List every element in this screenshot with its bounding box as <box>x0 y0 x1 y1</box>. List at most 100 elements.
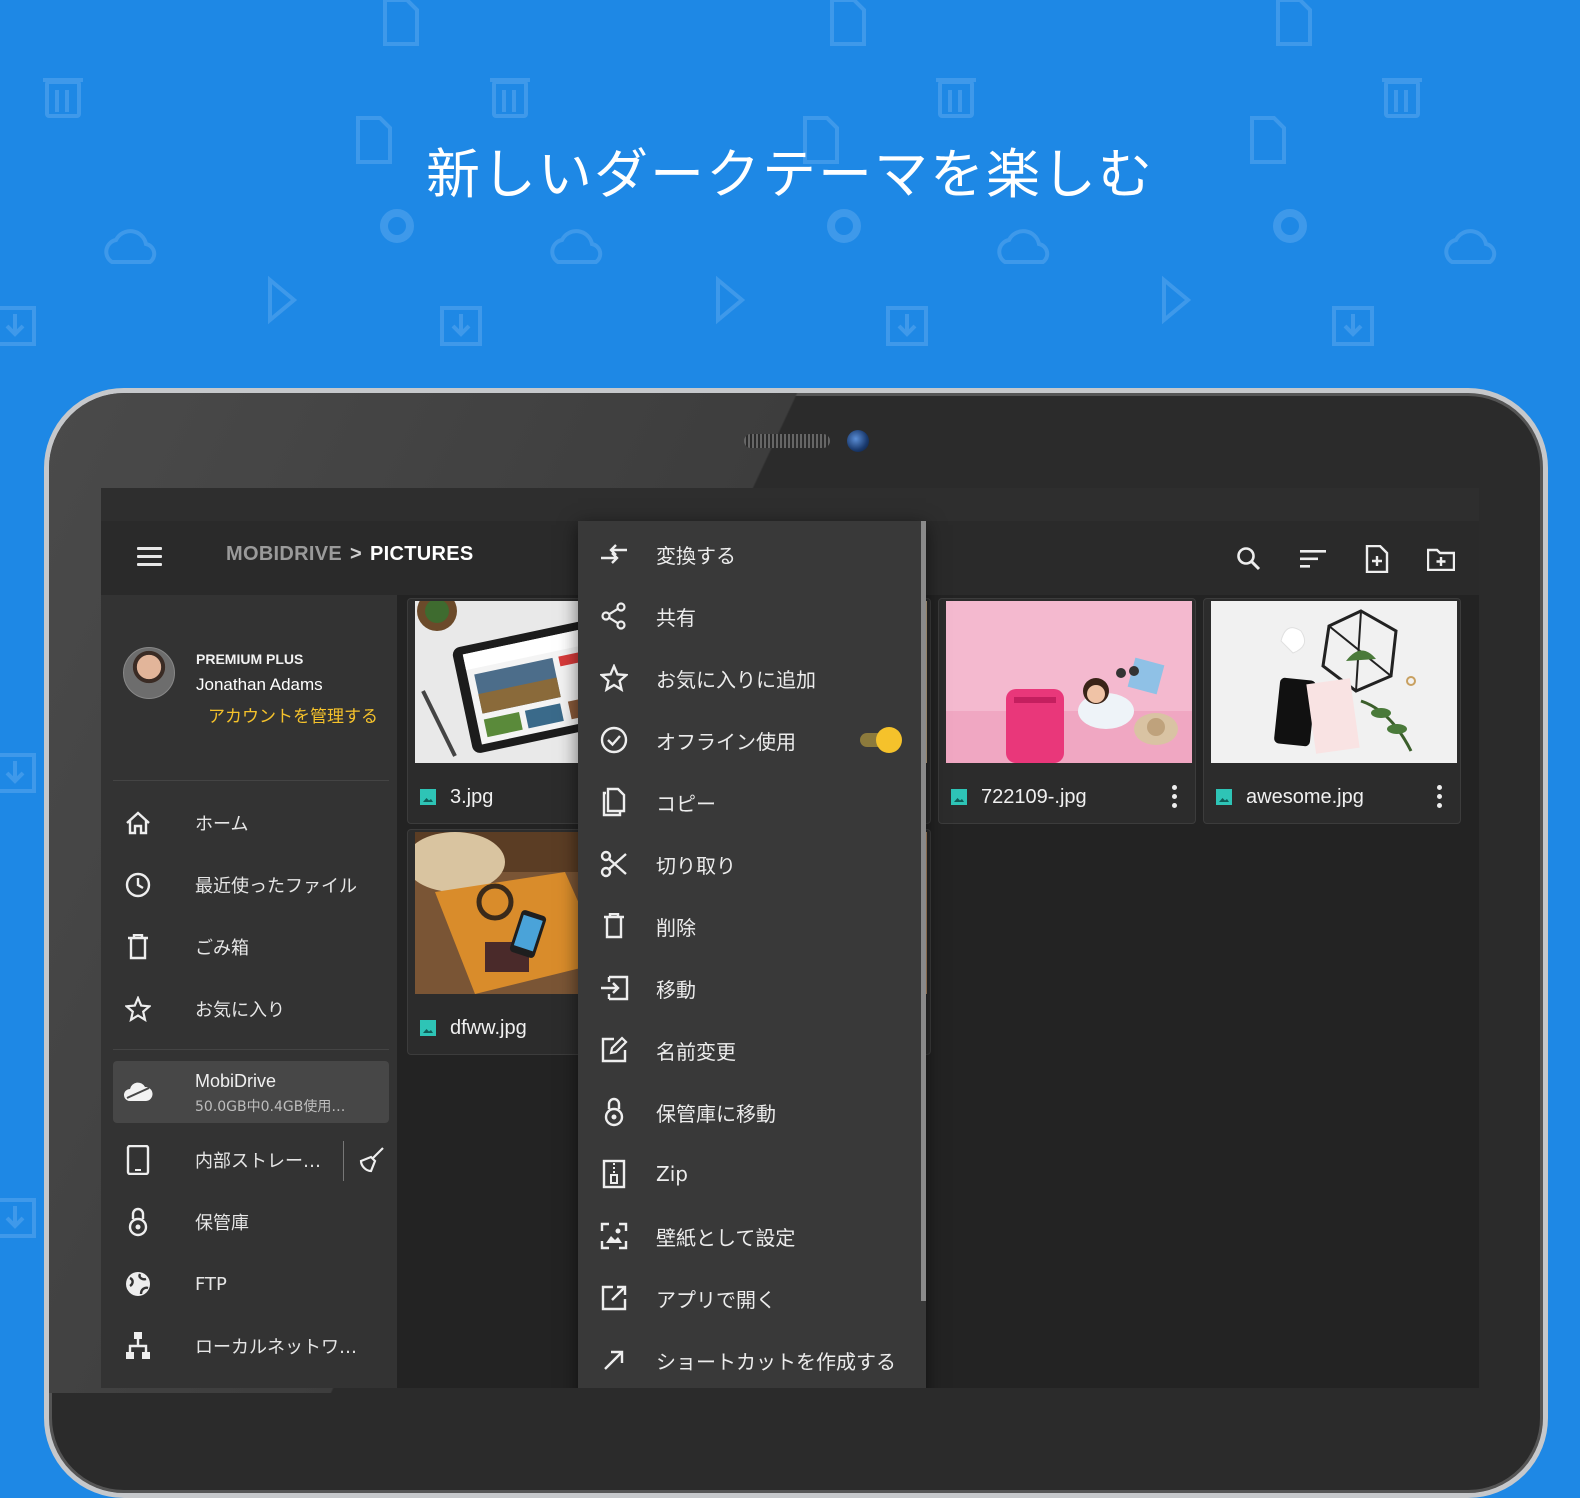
menu-item-cut[interactable]: 切り取り <box>578 833 920 895</box>
copy-icon <box>598 786 630 818</box>
file-name: 3.jpg <box>450 785 494 808</box>
trash-icon <box>598 910 630 942</box>
sidebar-item-label: ローカルネットワ… <box>195 1337 357 1358</box>
vault-icon <box>113 1207 163 1237</box>
sort-icon[interactable] <box>1295 541 1331 577</box>
image-file-icon <box>951 789 967 805</box>
menu-item-offline[interactable]: オフライン使用 <box>578 709 920 771</box>
cloud-usage: 50.0GB中0.4GB使用… <box>195 1099 346 1115</box>
sidebar-item-local-network[interactable]: ローカルネットワ… <box>113 1315 389 1377</box>
menu-item-label: ショートカットを作成する <box>656 1349 896 1374</box>
menu-item-label: 移動 <box>656 977 696 1002</box>
sidebar-item-label: 内部ストレー… <box>195 1151 321 1172</box>
offline-check-icon <box>598 724 630 756</box>
more-options-icon[interactable] <box>1437 785 1442 812</box>
tablet-icon <box>113 1145 163 1175</box>
navigation-drawer: PREMIUM PLUS Jonathan Adams アカウントを管理する ホ… <box>101 595 397 1388</box>
menu-item-move[interactable]: 移動 <box>578 957 920 1019</box>
menu-item-label: Zip <box>656 1162 688 1186</box>
file-info-row: awesome.jpg <box>1216 782 1452 812</box>
vault-icon <box>598 1096 630 1128</box>
image-file-icon <box>1216 789 1232 805</box>
breadcrumb-root[interactable]: MOBIDRIVE <box>226 543 342 565</box>
shortcut-icon <box>598 1344 630 1376</box>
menu-item-label: 名前変更 <box>656 1039 736 1064</box>
file-name: awesome.jpg <box>1246 785 1364 808</box>
sidebar-item-label: 最近使ったファイル <box>195 876 357 897</box>
share-icon <box>598 600 630 632</box>
menu-scrollbar[interactable] <box>921 521 926 1301</box>
thumbnail-image <box>946 601 1192 763</box>
sidebar-item-favorites[interactable]: お気に入り <box>113 978 389 1040</box>
sidebar-item-recent[interactable]: 最近使ったファイル <box>113 854 389 916</box>
cloud-label: MobiDrive <box>195 1071 277 1091</box>
open-external-icon <box>598 1282 630 1314</box>
menu-item-label: 切り取り <box>656 853 736 878</box>
menu-icon[interactable] <box>137 547 162 571</box>
file-card[interactable]: 722109-.jpg <box>938 598 1196 824</box>
broom-icon[interactable] <box>357 1147 385 1177</box>
divider <box>343 1141 344 1181</box>
menu-item-move-to-vault[interactable]: 保管庫に移動 <box>578 1081 920 1143</box>
image-file-icon <box>420 1020 436 1036</box>
sidebar-item-mobidrive[interactable]: MobiDrive 50.0GB中0.4GB使用… <box>113 1061 389 1123</box>
search-icon[interactable] <box>1231 541 1267 577</box>
menu-item-label: コピー <box>656 791 716 816</box>
menu-item-delete[interactable]: 削除 <box>578 895 920 957</box>
sidebar-item-vault[interactable]: 保管庫 <box>113 1191 389 1253</box>
menu-item-copy[interactable]: コピー <box>578 771 920 833</box>
manage-account-link[interactable]: アカウントを管理する <box>208 705 378 729</box>
menu-item-label: お気に入りに追加 <box>656 667 816 692</box>
menu-item-label: 変換する <box>656 543 736 568</box>
headline: 新しいダークテーマを楽しむ <box>426 143 1154 206</box>
menu-item-share[interactable]: 共有 <box>578 585 920 647</box>
context-menu: 変換する 共有 お気に入りに追加 オフライン使用 コピー 切り取り 削除 移動 … <box>578 521 926 1388</box>
menu-item-create-shortcut[interactable]: ショートカットを作成する <box>578 1329 920 1388</box>
home-icon <box>113 811 163 835</box>
breadcrumb-separator: > <box>350 543 363 565</box>
star-outline-icon <box>598 662 630 694</box>
menu-item-zip[interactable]: Zip <box>578 1143 920 1205</box>
new-file-icon[interactable] <box>1359 541 1395 577</box>
avatar[interactable] <box>123 647 175 699</box>
drawer-divider <box>113 1049 389 1050</box>
sidebar-item-trash[interactable]: ごみ箱 <box>113 916 389 978</box>
sidebar-item-label: FTP <box>195 1273 227 1295</box>
file-info-row: 722109-.jpg <box>951 782 1187 812</box>
status-bar <box>101 488 1479 521</box>
menu-item-label: アプリで開く <box>656 1287 776 1312</box>
new-folder-icon[interactable] <box>1423 541 1459 577</box>
more-options-icon[interactable] <box>1172 785 1177 812</box>
menu-item-rename[interactable]: 名前変更 <box>578 1019 920 1081</box>
user-name: Jonathan Adams <box>196 675 323 694</box>
speaker-grille <box>744 434 830 448</box>
sidebar-item-home[interactable]: ホーム <box>113 792 389 854</box>
file-name: dfww.jpg <box>450 1016 527 1039</box>
front-camera <box>847 430 869 452</box>
file-card[interactable]: awesome.jpg <box>1203 598 1461 824</box>
offline-toggle[interactable] <box>860 727 902 753</box>
menu-item-set-wallpaper[interactable]: 壁紙として設定 <box>578 1205 920 1267</box>
network-icon <box>113 1331 163 1361</box>
menu-item-label: 共有 <box>656 605 696 630</box>
sidebar-item-label: お気に入り <box>195 1000 285 1021</box>
rename-icon <box>598 1034 630 1066</box>
sidebar-item-label: ホーム <box>195 814 249 835</box>
breadcrumb-current: PICTURES <box>370 543 474 565</box>
star-icon <box>113 996 163 1022</box>
app-screen: MOBIDRIVE > PICTURES PREMIUM PLUS Jonath… <box>101 488 1479 1388</box>
menu-item-label: 壁紙として設定 <box>656 1225 796 1250</box>
trash-icon <box>113 934 163 960</box>
sidebar-item-ftp[interactable]: FTP <box>113 1253 389 1315</box>
zip-icon <box>598 1158 630 1190</box>
menu-item-add-favorite[interactable]: お気に入りに追加 <box>578 647 920 709</box>
drawer-divider <box>113 780 389 781</box>
menu-item-open-with[interactable]: アプリで開く <box>578 1267 920 1329</box>
file-name: 722109-.jpg <box>981 785 1087 808</box>
sidebar-item-internal-storage[interactable]: 内部ストレー… <box>113 1129 389 1191</box>
cloud-icon <box>113 1082 163 1102</box>
menu-item-convert[interactable]: 変換する <box>578 523 920 585</box>
plan-badge: PREMIUM PLUS <box>196 651 304 667</box>
clock-icon <box>113 872 163 898</box>
menu-item-label: 削除 <box>656 915 696 940</box>
